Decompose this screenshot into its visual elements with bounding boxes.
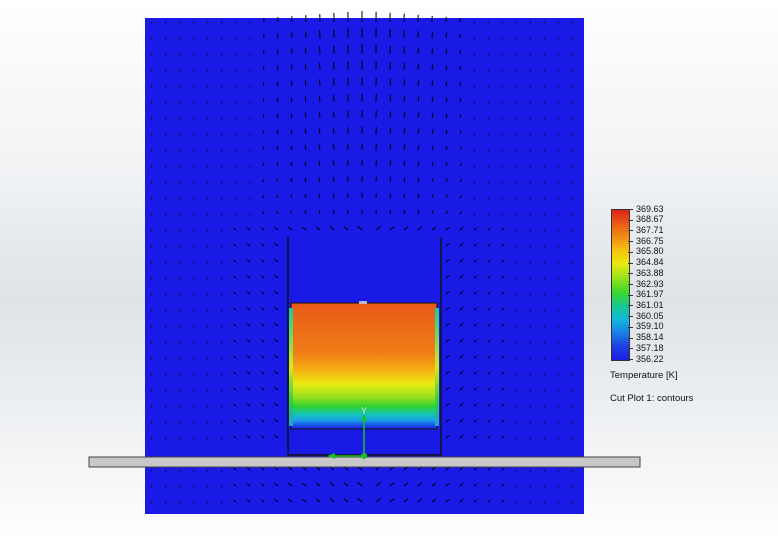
legend-tick-mark — [628, 348, 633, 350]
legend-tick-mark — [628, 316, 633, 318]
velocity-vector — [318, 112, 321, 119]
velocity-vector — [417, 63, 420, 71]
legend-tick-mark — [628, 241, 633, 243]
legend-tick-label: 362.93 — [636, 278, 664, 289]
legend-tick-label: 369.63 — [636, 203, 664, 214]
velocity-vector — [332, 177, 335, 183]
legend-tick-mark — [628, 337, 633, 339]
velocity-vector — [291, 48, 293, 55]
velocity-vector — [445, 65, 448, 71]
velocity-vector — [333, 94, 335, 103]
heated-body-left-edge — [289, 308, 293, 426]
legend-title: Temperature [K] — [610, 370, 678, 381]
plot-caption: Cut Plot 1: contours — [610, 393, 694, 404]
velocity-vector — [389, 111, 391, 119]
legend-tick-mark — [628, 230, 633, 232]
legend-tick-label: 361.01 — [636, 299, 664, 310]
velocity-vector — [431, 48, 433, 55]
velocity-vector — [403, 62, 405, 71]
legend-tick-mark — [628, 273, 633, 275]
velocity-vector — [263, 50, 265, 55]
velocity-vector — [417, 47, 419, 55]
legend-tick-mark — [628, 294, 633, 296]
legend-tick-mark — [628, 284, 633, 285]
velocity-vector — [319, 63, 321, 71]
velocity-vector — [403, 128, 406, 135]
temperature-legend: 369.63 368.67 367.71 366.75 365.80 364.84 363.… — [608, 203, 748, 406]
velocity-vector — [389, 160, 392, 167]
velocity-vector — [403, 111, 406, 119]
velocity-vector — [304, 80, 307, 87]
velocity-vector — [318, 95, 321, 103]
velocity-vector — [459, 82, 462, 87]
velocity-vector — [333, 78, 335, 87]
legend-tick-label: 360.05 — [636, 310, 664, 321]
legend-tick-label: 357.18 — [636, 342, 664, 353]
legend-tick-mark — [628, 326, 633, 328]
legend-tick-label: 366.75 — [636, 235, 664, 246]
legend-tick-mark — [628, 209, 633, 210]
legend-tick-label: 364.84 — [636, 257, 664, 268]
velocity-vector — [459, 66, 462, 71]
body-top-marker — [359, 301, 367, 304]
velocity-vector — [277, 49, 279, 55]
legend-tick-mark — [628, 262, 633, 264]
velocity-vector — [290, 64, 293, 71]
velocity-vector — [262, 82, 265, 87]
velocity-vector — [262, 66, 265, 71]
legend-tick-label: 365.80 — [636, 246, 664, 257]
legend-tick-mark — [628, 219, 633, 221]
velocity-vector — [445, 49, 447, 55]
velocity-vector — [389, 94, 391, 103]
velocity-vector — [304, 63, 307, 71]
velocity-vector — [318, 79, 321, 87]
velocity-vector — [403, 79, 406, 87]
legend-tick-mark — [628, 305, 633, 307]
velocity-vector — [332, 127, 335, 135]
velocity-vector — [290, 80, 293, 87]
velocity-vector — [389, 193, 392, 199]
heated-body-right-edge — [435, 308, 439, 426]
y-axis-label: Y — [361, 406, 367, 416]
velocity-vector — [431, 80, 434, 87]
velocity-vector — [332, 193, 335, 199]
legend-tick-label: 359.10 — [636, 321, 664, 332]
velocity-vector — [403, 95, 406, 103]
velocity-vector — [431, 64, 434, 71]
velocity-vector — [389, 176, 392, 183]
velocity-vector — [332, 209, 335, 215]
velocity-vector — [332, 160, 335, 167]
velocity-vector — [459, 50, 461, 55]
velocity-vector — [276, 65, 279, 71]
velocity-vector — [332, 111, 335, 119]
velocity-vector — [417, 79, 420, 87]
velocity-vector — [305, 47, 307, 55]
legend-tick-label: 356.22 — [636, 353, 664, 364]
legend-tick-label: 361.97 — [636, 289, 664, 300]
legend-tick-label: 363.88 — [636, 267, 664, 278]
legend-tick-label: 368.67 — [636, 214, 664, 225]
legend-tick-mark — [628, 359, 633, 360]
velocity-vector — [389, 144, 391, 151]
velocity-vector — [332, 144, 335, 151]
velocity-vector — [389, 209, 392, 215]
velocity-vector — [389, 127, 391, 135]
legend-tick-label: 358.14 — [636, 332, 664, 343]
legend-tick-label: 367.71 — [636, 224, 664, 235]
legend-tick-mark — [628, 251, 633, 253]
